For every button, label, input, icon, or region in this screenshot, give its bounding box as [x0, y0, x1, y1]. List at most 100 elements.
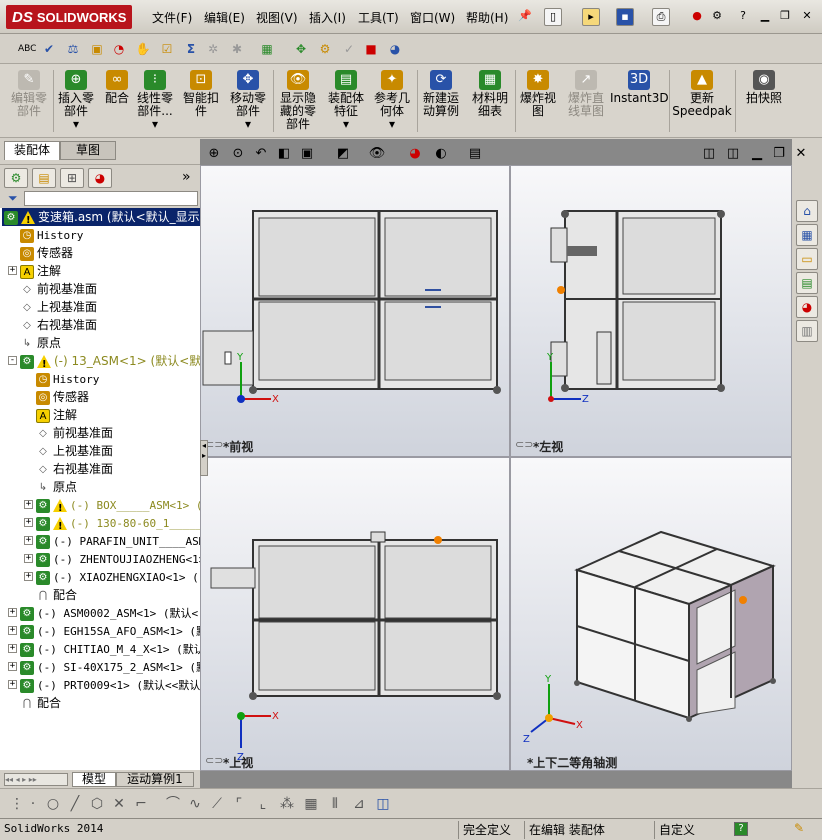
expand-node-icon[interactable]: +	[8, 680, 17, 689]
tree-node[interactable]: ⋂ 配合	[36, 586, 200, 604]
balance-scale-icon[interactable]: ⚖	[64, 40, 82, 58]
custom-properties-icon[interactable]: ▥	[796, 320, 818, 342]
expand-node-icon[interactable]: +	[8, 644, 17, 653]
viewport-minimize-icon[interactable]: ▁	[748, 146, 766, 162]
display-manager-icon[interactable]: ◕	[88, 168, 112, 188]
explode-line-sketch-button[interactable]: ↗ 爆炸直 线草图	[562, 68, 610, 134]
tree-node[interactable]: + ⚙ (-) PARAFIN_UNIT____ASM	[24, 532, 200, 550]
tab-sketch[interactable]: 草图	[60, 141, 116, 160]
view-orientation-icon[interactable]: ▣	[298, 146, 316, 162]
appearances-icon[interactable]: ◕	[796, 296, 818, 318]
status-custom-units[interactable]: 自定义	[654, 821, 728, 839]
table-icon[interactable]: ▦	[258, 40, 276, 58]
tree-node[interactable]: + ⚙ (-) PRT0009<1> (默认<<默认	[8, 676, 200, 694]
tab-assembly[interactable]: 装配体	[4, 141, 60, 160]
tree-node[interactable]: ◎ 传感器	[36, 388, 200, 406]
edit-component-button[interactable]: ✎ 编辑零 部件	[6, 68, 52, 134]
zoom-to-fit-icon[interactable]: ⊕	[205, 146, 223, 162]
edit-appearance-icon[interactable]: ◕	[406, 146, 424, 162]
tree-node[interactable]: + ⚙ (-) ZHENTOUJIAOZHENG<1>	[24, 550, 200, 568]
gauge-icon[interactable]: ◔	[110, 40, 128, 58]
viewport-split-icon[interactable]: ◫	[700, 146, 718, 162]
view-settings-icon[interactable]: ▤	[466, 146, 484, 162]
point-icon[interactable]: ·	[24, 795, 42, 813]
menu-tools[interactable]: 工具(T)	[358, 9, 399, 26]
update-speedpak-button[interactable]: ▲ 更新 Speedpak	[670, 68, 734, 134]
mate-button[interactable]: ∞ 配合	[100, 68, 134, 134]
feature-manager-icon[interactable]: ⚙	[4, 168, 28, 188]
tree-node[interactable]: + A 注解	[8, 262, 200, 280]
move-part-icon[interactable]: ✥	[292, 40, 310, 58]
panel-collapse-handle[interactable]: ◂ ▸	[200, 440, 208, 476]
options-gear-icon[interactable]: ⚙	[708, 8, 726, 26]
construction-icon[interactable]: ⌞	[254, 795, 272, 813]
polygon-icon[interactable]: ⬡	[88, 795, 106, 813]
corner-rectangle-icon[interactable]: ⌐	[132, 795, 150, 813]
expand-node-icon[interactable]: +	[24, 500, 33, 509]
mass-properties-icon[interactable]: ▣	[88, 40, 106, 58]
tree-node[interactable]: ◷ History	[20, 226, 200, 244]
tree-node[interactable]: ◇ 右视基准面	[20, 316, 200, 334]
viewport-tile-icon[interactable]: ◫	[724, 146, 742, 162]
tree-node[interactable]: + ⚙ (-) ASM0002_ASM<1> (默认<	[8, 604, 200, 622]
view-palette-icon[interactable]: ▤	[796, 272, 818, 294]
checkbox-icon[interactable]: ☑	[158, 40, 176, 58]
filter-input[interactable]	[24, 191, 198, 206]
open-folder-icon[interactable]: ▸	[582, 8, 600, 26]
check-icon[interactable]: ✔	[40, 40, 58, 58]
menu-edit[interactable]: 编辑(E)	[204, 9, 245, 26]
previous-view-icon[interactable]: ↶	[252, 146, 270, 162]
smart-fasteners-button[interactable]: ⊡ 智能扣 件	[178, 68, 224, 134]
expand-node-icon[interactable]: +	[24, 518, 33, 527]
viewport-top[interactable]: Z X *上视 ⊂⊃	[200, 457, 510, 771]
expand-node-icon[interactable]: +	[24, 572, 33, 581]
collision-icon[interactable]: ✱	[228, 40, 246, 58]
sum-icon[interactable]: Σ	[182, 40, 200, 58]
reference-geometry-button[interactable]: ✦ 参考几 何体 ▾	[368, 68, 416, 134]
take-snapshot-button[interactable]: ◉ 拍快照	[736, 68, 792, 134]
arc-icon[interactable]: ⌒	[164, 795, 182, 813]
hide-show-items-icon[interactable]: 👁	[368, 146, 386, 162]
tree-node[interactable]: ◇ 上视基准面	[20, 298, 200, 316]
tree-node[interactable]: + ⚙ (-) SI-40X175_2_ASM<1> (默	[8, 658, 200, 676]
tree-node[interactable]: ⚙ 变速箱.asm (默认<默认_显示	[2, 208, 200, 230]
trim-icon[interactable]: ✕	[110, 795, 128, 813]
solidworks-logo[interactable]: DS SOLIDWORKS	[6, 5, 132, 29]
expand-panel-arrow[interactable]: »	[182, 169, 191, 185]
tree-node[interactable]: ◇ 上视基准面	[36, 442, 200, 460]
viewport-isometric[interactable]: Y X Z *上下二等角轴测	[510, 457, 792, 771]
print-icon[interactable]: ⎙	[652, 8, 670, 26]
bill-of-materials-button[interactable]: ▦ 材料明 细表	[466, 68, 514, 134]
tree-node[interactable]: + ⚙ (-) CHITIAO_M_4_X<1> (默认	[8, 640, 200, 658]
viewport-left[interactable]: Y Z *左视 ⊂⊃	[510, 165, 792, 457]
viewport-restore-icon[interactable]: ❐	[770, 146, 788, 162]
corner-icon[interactable]: ⌜	[230, 795, 248, 813]
component-icon[interactable]: ⚙	[316, 40, 334, 58]
tree-node[interactable]: +⚙ (-) BOX_____ASM<1> (	[24, 496, 200, 518]
menu-file[interactable]: 文件(F)	[152, 9, 192, 26]
mirror-icon[interactable]: ⫴	[326, 795, 344, 813]
viewport-close-icon[interactable]: ✕	[792, 146, 810, 162]
offset-icon[interactable]: ⊿	[350, 795, 368, 813]
menu-window[interactable]: 窗口(W)	[410, 9, 455, 26]
rebuild-traffic-light-icon[interactable]: ●	[688, 8, 706, 26]
menu-help[interactable]: 帮助(H)	[466, 9, 508, 26]
grid-icon[interactable]: ▦	[302, 795, 320, 813]
new-motion-study-button[interactable]: ⟳ 新建运 动算例	[416, 68, 466, 134]
zoom-to-area-icon[interactable]: ⊙	[229, 146, 247, 162]
line-icon[interactable]: ╱	[66, 795, 84, 813]
interference-icon[interactable]: ✲	[204, 40, 222, 58]
tree-node[interactable]: ◇ 前视基准面	[36, 424, 200, 442]
expand-node-icon[interactable]: +	[8, 626, 17, 635]
expand-node-icon[interactable]: +	[24, 554, 33, 563]
new-document-icon[interactable]: ▯	[544, 8, 562, 26]
tree-node[interactable]: ◇ 前视基准面	[20, 280, 200, 298]
restore-button[interactable]: ❐	[778, 10, 792, 22]
tab-motion-study-1[interactable]: 运动算例1	[116, 772, 194, 787]
pushpin-icon[interactable]: 📌	[516, 8, 534, 26]
viewport-front[interactable]: Y X *前视 ⊂⊃	[200, 165, 510, 457]
tab-scroll-arrows[interactable]: ◂◂ ◂ ▸ ▸▸	[4, 773, 68, 786]
file-explorer-icon[interactable]: ▭	[796, 248, 818, 270]
solidworks-resources-icon[interactable]: ⌂	[796, 200, 818, 222]
design-library-icon[interactable]: ▦	[796, 224, 818, 246]
